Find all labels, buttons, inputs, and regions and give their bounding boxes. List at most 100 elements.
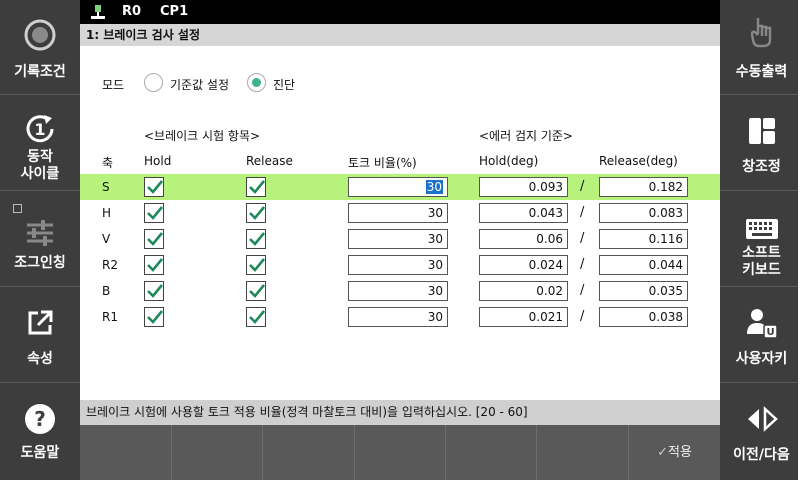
page-title: 1: 브레이크 검사 설정 — [80, 24, 720, 46]
prev-next-icon — [720, 402, 803, 436]
properties-label: 속성 — [27, 351, 53, 367]
table-row[interactable]: B 30 0.02 / 0.035 — [80, 278, 720, 304]
separator: / — [580, 179, 585, 194]
checkmark-icon — [249, 310, 266, 324]
torque-ratio-input[interactable]: 30 — [348, 203, 448, 223]
hold-deg-input[interactable]: 0.024 — [479, 255, 568, 275]
torque-ratio-input[interactable]: 30 — [348, 177, 448, 197]
axis-name: S — [102, 180, 110, 194]
table-row[interactable]: R1 30 0.021 / 0.038 — [80, 304, 720, 330]
status-message: 브레이크 시험에 사용할 토크 적용 비율(정격 마찰토크 대비)을 입력하십시… — [80, 400, 720, 425]
release-checkbox[interactable] — [246, 307, 266, 327]
release-deg-input[interactable]: 0.038 — [599, 307, 688, 327]
brake-test-settings: 모드 기준값 설정 진단 <브레이크 시험 항목> <에러 검지 기준> 축 H… — [80, 46, 720, 400]
function-key-5[interactable] — [446, 425, 537, 480]
checkmark-icon — [147, 206, 164, 220]
torque-ratio-input[interactable]: 30 — [348, 255, 448, 275]
manual-output-label: 수동출력 — [735, 64, 788, 80]
mode-reference-label[interactable]: 기준값 설정 — [170, 76, 229, 93]
soft-keyboard-button[interactable]: 소프트 키보드 — [720, 192, 803, 287]
soft-keyboard-label-1: 소프트 — [742, 245, 781, 261]
hold-deg-input[interactable]: 0.043 — [479, 203, 568, 223]
axis-header: 축 — [102, 156, 114, 170]
checkmark-icon — [249, 206, 266, 220]
hold-deg-input[interactable]: 0.093 — [479, 177, 568, 197]
function-key-2[interactable] — [172, 425, 263, 480]
mode-reference-radio[interactable] — [144, 73, 163, 92]
properties-button[interactable]: 속성 — [0, 288, 80, 383]
table-row[interactable]: H 30 0.043 / 0.083 — [80, 200, 720, 226]
release-checkbox[interactable] — [246, 229, 266, 249]
function-key-1[interactable] — [80, 425, 172, 480]
prev-next-button[interactable]: 이전/다음 — [720, 384, 803, 479]
hold-checkbox[interactable] — [144, 255, 164, 275]
mode-diagnosis-radio[interactable] — [247, 73, 266, 92]
release-checkbox[interactable] — [246, 255, 266, 275]
release-checkbox[interactable] — [246, 203, 266, 223]
prev-next-label: 이전/다음 — [733, 447, 790, 463]
hold-checkbox[interactable] — [144, 229, 164, 249]
release-deg-input[interactable]: 0.116 — [599, 229, 688, 249]
manual-output-button[interactable]: 수동출력 — [720, 0, 803, 95]
separator: / — [580, 205, 585, 220]
checkmark-icon — [249, 284, 266, 298]
hold-checkbox[interactable] — [144, 177, 164, 197]
checkmark-icon — [147, 310, 164, 324]
function-key-3[interactable] — [263, 425, 355, 480]
hold-deg-input[interactable]: 0.021 — [479, 307, 568, 327]
release-deg-input[interactable]: 0.182 — [599, 177, 688, 197]
apply-button[interactable]: ✓적용 — [629, 425, 720, 480]
release-checkbox[interactable] — [246, 281, 266, 301]
hold-checkbox[interactable] — [144, 307, 164, 327]
function-key-bar: ✓적용 — [80, 425, 720, 480]
mode-diagnosis-label[interactable]: 진단 — [273, 76, 295, 93]
robot-name: R0 — [122, 4, 142, 19]
hold-deg-input[interactable]: 0.06 — [479, 229, 568, 249]
keyboard-icon — [720, 212, 803, 246]
torque-ratio-input[interactable]: 30 — [348, 281, 448, 301]
separator: / — [580, 231, 585, 246]
svg-text:1: 1 — [34, 120, 45, 139]
function-key-4[interactable] — [355, 425, 446, 480]
table-row[interactable]: V 30 0.06 / 0.116 — [80, 226, 720, 252]
table-row[interactable]: R2 30 0.024 / 0.044 — [80, 252, 720, 278]
user-key-button[interactable]: U 사용자키 — [720, 288, 803, 383]
record-condition-button[interactable]: 기록조건 — [0, 0, 80, 95]
help-label: 도움말 — [20, 445, 60, 461]
touch-hand-icon — [720, 14, 803, 48]
selected-value: 30 — [425, 180, 443, 194]
separator: / — [580, 283, 585, 298]
function-key-6[interactable] — [537, 425, 629, 480]
user-key-icon: U — [720, 306, 803, 340]
help-icon: ? — [0, 402, 80, 436]
right-panel: 수동출력 창조정 소프트 키보드 U 사용자키 이전/다음 — [720, 0, 803, 480]
torque-ratio-input[interactable]: 30 — [348, 307, 448, 327]
window-arrange-button[interactable]: 창조정 — [720, 96, 803, 191]
checkmark-icon — [147, 180, 164, 194]
checkmark-icon — [147, 284, 164, 298]
help-button[interactable]: ? 도움말 — [0, 384, 80, 479]
jogging-button[interactable]: 조그인칭 — [0, 192, 80, 287]
table-row[interactable]: S 30 0.093 / 0.182 — [80, 174, 720, 200]
checkmark-icon — [147, 258, 164, 272]
hold-checkbox[interactable] — [144, 281, 164, 301]
cycle-one-icon: 1 — [0, 112, 80, 146]
operation-cycle-button[interactable]: 1 동작 사이클 — [0, 96, 80, 191]
release-checkbox[interactable] — [246, 177, 266, 197]
jogging-indicator — [13, 204, 22, 213]
torque-ratio-input[interactable]: 30 — [348, 229, 448, 249]
axis-name: B — [102, 284, 111, 298]
window-arrange-label: 창조정 — [742, 159, 781, 175]
hold-checkbox[interactable] — [144, 203, 164, 223]
mode-label: 모드 — [102, 78, 125, 92]
hold-deg-input[interactable]: 0.02 — [479, 281, 568, 301]
release-header: Release — [246, 154, 293, 168]
checkmark-icon — [249, 258, 266, 272]
hold-header: Hold — [144, 154, 172, 168]
release-deg-input[interactable]: 0.044 — [599, 255, 688, 275]
release-deg-input[interactable]: 0.083 — [599, 203, 688, 223]
check-icon: ✓ — [657, 445, 668, 460]
sliders-icon — [0, 216, 80, 250]
release-deg-input[interactable]: 0.035 — [599, 281, 688, 301]
checkmark-icon — [249, 180, 266, 194]
